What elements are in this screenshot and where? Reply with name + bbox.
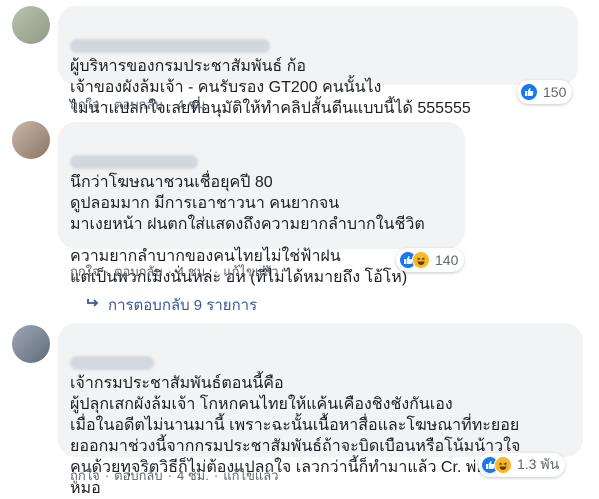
reply-link[interactable]: ตอบกลับ: [114, 264, 163, 279]
comment-bubble: นึกว่าโฆษณาชวนเชื่อยุคปี 80 ดูปลอมมาก มี…: [58, 122, 465, 286]
edited-label[interactable]: แก้ไขแล้ว: [223, 468, 278, 483]
haha-icon: [494, 456, 512, 474]
avatar[interactable]: [12, 6, 50, 44]
timestamp[interactable]: 4 ชม.: [177, 264, 209, 279]
haha-icon: [412, 251, 430, 269]
avatar[interactable]: [12, 325, 50, 363]
view-replies-label[interactable]: การตอบกลับ 9 รายการ: [108, 293, 257, 317]
timestamp[interactable]: 4 ชม.: [177, 468, 209, 483]
comment-actions: ถูกใจ · ตอบกลับ · 4 ชม. · แก้ไขแล้ว: [70, 468, 279, 483]
avatar[interactable]: [12, 121, 50, 159]
timestamp[interactable]: 4 ชม.: [177, 97, 209, 112]
reaction-count: 140: [435, 252, 459, 268]
reply-link[interactable]: ตอบกลับ: [114, 97, 163, 112]
like-icon: [520, 83, 538, 101]
comment-bubble: เจ้ากรมประชาสัมพันธ์ตอนนี้คือ ผู้ปลุกเสก…: [58, 323, 583, 497]
view-replies-link[interactable]: การตอบกลับ 9 รายการ: [86, 293, 257, 317]
author-name-redacted[interactable]: [70, 355, 154, 370]
reactions-summary[interactable]: 140: [396, 248, 465, 272]
reply-link[interactable]: ตอบกลับ: [114, 468, 163, 483]
reaction-count: 1.3 พัน: [517, 456, 560, 472]
like-link[interactable]: ถูกใจ: [70, 468, 100, 483]
like-link[interactable]: ถูกใจ: [70, 264, 100, 279]
comment-actions: ถูกใจ · ตอบกลับ · 4 ชม. · แก้ไขแล้ว: [70, 264, 279, 279]
reactions-summary[interactable]: 150: [517, 80, 573, 104]
reaction-count: 150: [543, 84, 567, 100]
reactions-summary[interactable]: 1.3 พัน: [478, 453, 566, 477]
author-name-redacted[interactable]: [70, 154, 198, 169]
reply-arrow-icon: [86, 296, 100, 314]
edited-label[interactable]: แก้ไขแล้ว: [223, 264, 278, 279]
comment-bubble: ผู้บริหารของกรมประชาสัมพันธ์ ก้อ เจ้าของ…: [58, 6, 578, 117]
like-link[interactable]: ถูกใจ: [70, 97, 100, 112]
author-name-redacted[interactable]: [70, 38, 270, 53]
comment-text: นึกว่าโฆษณาชวนเชื่อยุคปี 80 ดูปลอมมาก มี…: [70, 174, 425, 233]
comment-actions: ถูกใจ · ตอบกลับ · 4 ชม.: [70, 97, 209, 112]
